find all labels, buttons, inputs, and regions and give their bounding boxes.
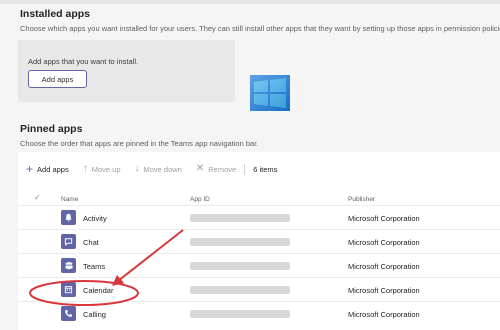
top-strip (0, 0, 500, 4)
phone-icon (61, 306, 76, 321)
item-count: 6 items (253, 164, 278, 174)
remove-button[interactable]: ✕ Remove (196, 164, 236, 174)
table-row[interactable]: Activity Microsoft Corporation (18, 206, 500, 230)
table-row[interactable]: Calendar Microsoft Corporation (18, 278, 500, 302)
pinned-apps-title: Pinned apps (20, 123, 83, 135)
app-id-redacted (190, 214, 290, 222)
app-name: Chat (83, 238, 99, 247)
install-box-label: Add apps that you want to install. (28, 57, 139, 66)
arrow-up-icon: ↑ (82, 163, 88, 174)
publisher: Microsoft Corporation (348, 238, 420, 247)
pinned-apps-toolbar: + Add apps ↑ Move up ↓ Move down ✕ Remov… (18, 158, 291, 180)
chat-icon (61, 234, 76, 249)
app-name: Calendar (83, 286, 114, 295)
arrow-down-icon: ↓ (134, 163, 140, 174)
column-header-name[interactable]: Name (61, 196, 78, 203)
table-row[interactable]: Teams Microsoft Corporation (18, 254, 500, 278)
publisher: Microsoft Corporation (348, 262, 420, 271)
toolbar-divider (244, 163, 246, 175)
publisher: Microsoft Corporation (348, 214, 420, 223)
move-down-button[interactable]: ↓ Move down (135, 164, 182, 174)
close-icon: ✕ (195, 163, 205, 174)
app-id-redacted (190, 238, 290, 246)
pinned-apps-description: Choose the order that apps are pinned in… (20, 139, 259, 148)
publisher: Microsoft Corporation (348, 310, 420, 319)
installed-apps-title: Installed apps (20, 8, 91, 20)
app-name: Activity (83, 214, 107, 223)
installed-apps-description: Choose which apps you want installed for… (20, 24, 500, 33)
teams-icon (61, 258, 76, 273)
app-id-redacted (190, 262, 290, 270)
table-row[interactable]: Chat Microsoft Corporation (18, 230, 500, 254)
calendar-icon (61, 282, 76, 297)
column-header-publisher[interactable]: Publisher (348, 196, 375, 203)
add-apps-button[interactable]: Add apps (28, 70, 87, 88)
move-up-button[interactable]: ↑ Move up (83, 164, 121, 174)
bell-icon (61, 210, 76, 225)
column-header-app-id[interactable]: App ID (190, 196, 210, 203)
add-apps-toolbar-button[interactable]: + Add apps (26, 163, 69, 175)
app-id-redacted (190, 286, 290, 294)
select-all-check-icon[interactable]: ✓ (34, 193, 41, 202)
app-name: Teams (83, 262, 106, 271)
app-name: Calling (83, 310, 106, 319)
windows-logo (250, 75, 290, 111)
publisher: Microsoft Corporation (348, 286, 420, 295)
table-row[interactable]: Calling Microsoft Corporation (18, 302, 500, 326)
plus-icon: + (26, 162, 34, 176)
app-id-redacted (190, 310, 290, 318)
